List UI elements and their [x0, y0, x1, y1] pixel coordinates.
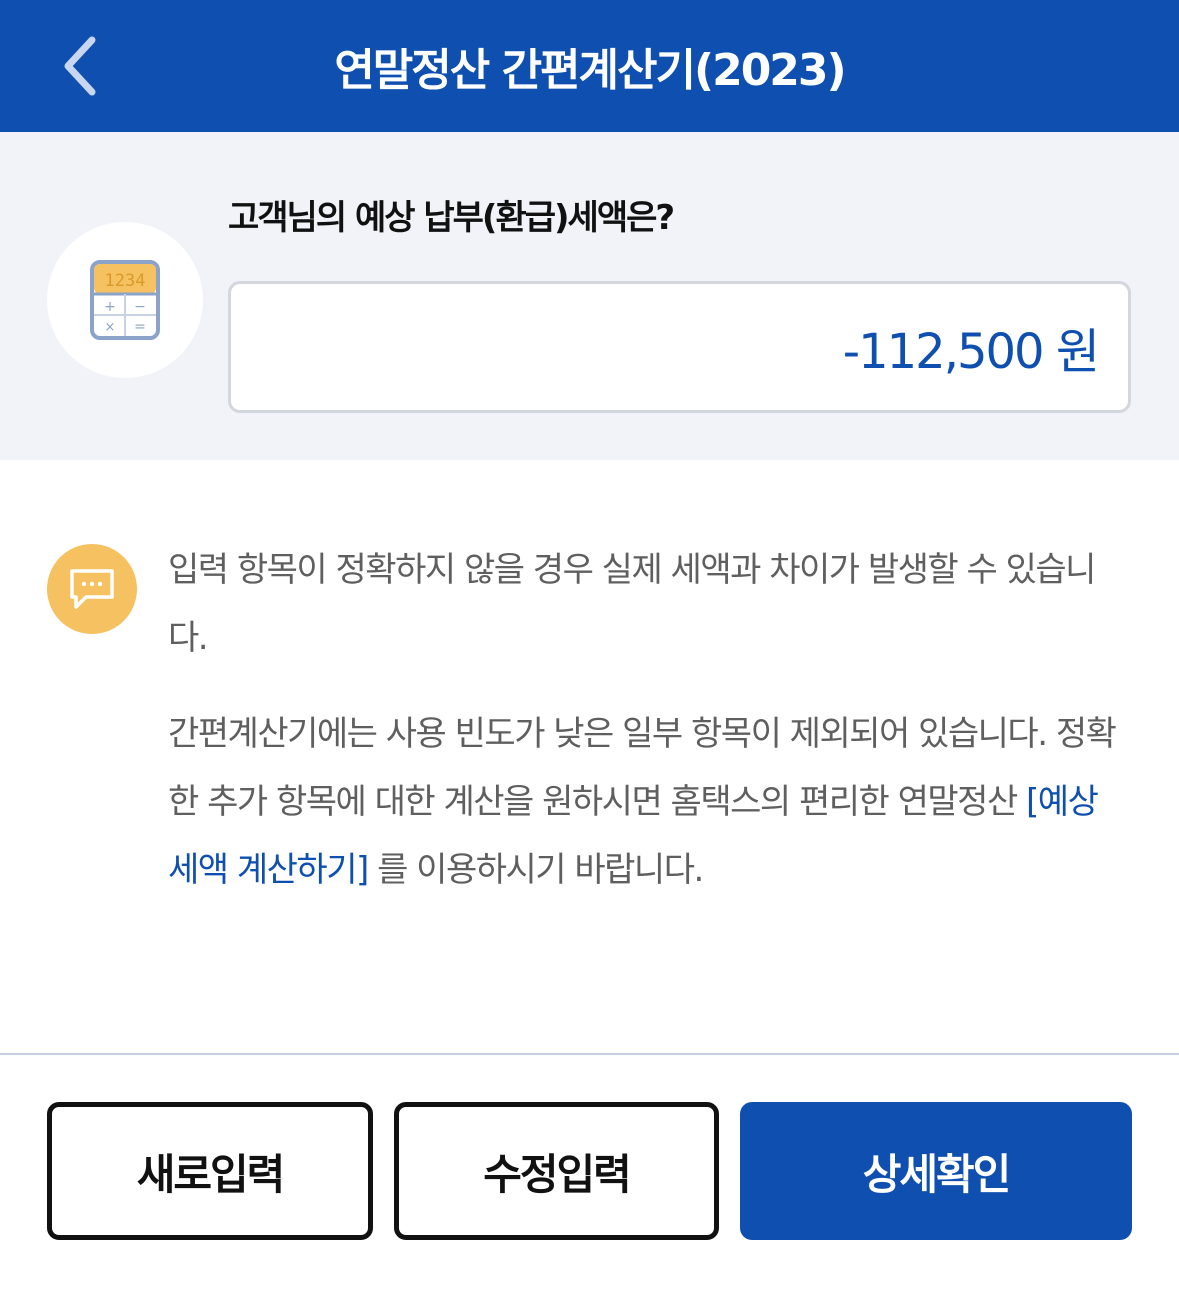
app-root: 연말정산 간편계산기(2023) 1234 + − × = 고객님의 예상 납부… [0, 0, 1179, 1309]
calculator-display-text: 1234 [105, 271, 146, 291]
notice-paragraph-1: 입력 항목이 정확하지 않을 경우 실제 세액과 차이가 발생할 수 있습니다. [168, 550, 1096, 658]
calculator-avatar: 1234 + − × = [47, 222, 203, 378]
page-title: 연말정산 간편계산기(2023) [334, 45, 846, 96]
notice-paragraph-2-tail: 를 이용하시기 바랍니다. [367, 850, 704, 890]
result-amount-value: -112,500 원 [842, 324, 1100, 380]
result-amount-box: -112,500 원 [228, 281, 1131, 413]
result-question-label: 고객님의 예상 납부(환급)세액은? [228, 198, 675, 238]
notice-icon-badge [47, 544, 137, 634]
svg-text:+: + [104, 299, 116, 315]
bottom-divider [0, 1053, 1179, 1055]
top-header: 연말정산 간편계산기(2023) [0, 0, 1179, 132]
svg-text:−: − [134, 299, 146, 315]
calculator-icon: 1234 + − × = [90, 260, 160, 340]
back-button[interactable] [40, 26, 120, 106]
chat-bubble-icon [70, 569, 114, 609]
details-button[interactable]: 상세확인 [740, 1102, 1132, 1240]
notice-paragraph-2-text: 간편계산기에는 사용 빈도가 낮은 일부 항목이 제외되어 있습니다. 정확한 … [168, 714, 1117, 822]
svg-text:=: = [134, 319, 146, 335]
new-input-button[interactable]: 새로입력 [47, 1102, 373, 1240]
svg-text:×: × [105, 320, 116, 335]
notice-paragraph-2: 간편계산기에는 사용 빈도가 낮은 일부 항목이 제외되어 있습니다. 정확한 … [168, 700, 1128, 904]
chevron-left-icon [64, 36, 96, 96]
edit-input-button[interactable]: 수정입력 [394, 1102, 719, 1240]
